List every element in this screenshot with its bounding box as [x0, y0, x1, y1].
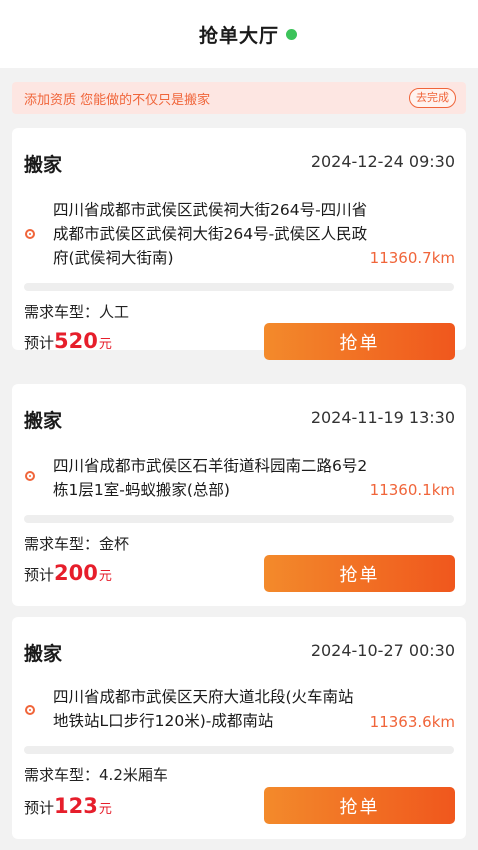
order-card[interactable]: 搬家 2024-10-27 00:30 四川省成都市武侯区天府大道北段(火车南站… [12, 617, 466, 839]
price-label: 预计 [24, 334, 55, 352]
order-type: 搬家 [24, 643, 63, 665]
order-card[interactable]: 搬家 2024-11-19 13:30 四川省成都市武侯区石羊街道科园南二路6号… [12, 384, 466, 606]
order-type: 搬家 [24, 154, 63, 176]
location-dot-icon [25, 229, 35, 239]
price-label: 预计 [24, 799, 55, 817]
grab-order-button[interactable]: 抢单 [264, 323, 455, 360]
vehicle-label: 需求车型： [24, 766, 100, 784]
order-type: 搬家 [24, 410, 63, 432]
banner-text: 添加资质 您能做的不仅只是搬家 [24, 92, 211, 108]
price-unit: 元 [98, 337, 112, 352]
grab-order-button[interactable]: 抢单 [264, 787, 455, 824]
price-value: 123 [54, 794, 98, 818]
vehicle-label: 需求车型： [24, 303, 100, 321]
order-address: 四川省成都市武侯区石羊街道科园南二路6号2栋1层1室-蚂蚁搬家(总部) [53, 457, 368, 499]
order-card[interactable]: 搬家 2024-12-24 09:30 四川省成都市武侯区武侯祠大街264号-四… [12, 128, 466, 360]
location-dot-icon [25, 705, 35, 715]
estimated-price: 预计 200 元 [24, 561, 112, 585]
order-distance: 11360.1km [369, 481, 455, 499]
order-address: 四川省成都市武侯区天府大道北段(火车南站地铁站L口步行120米)-成都南站 [53, 688, 354, 730]
price-unit: 元 [98, 802, 112, 817]
page-title: 抢单大厅 [198, 24, 279, 47]
location-dot-icon [25, 471, 35, 481]
vehicle-type: 需求车型：人工 [24, 301, 129, 322]
vehicle-value: 4.2米厢车 [99, 766, 168, 784]
order-date: 2024-10-27 00:30 [310, 641, 455, 660]
order-distance: 11360.7km [369, 249, 455, 267]
vehicle-value: 金杯 [99, 535, 130, 553]
vehicle-label: 需求车型： [24, 535, 100, 553]
order-distance: 11363.6km [369, 713, 455, 731]
estimated-price: 预计 123 元 [24, 794, 112, 818]
divider [24, 283, 454, 291]
online-status-indicator [286, 29, 297, 40]
price-unit: 元 [98, 569, 112, 584]
vehicle-type: 需求车型：4.2米厢车 [24, 764, 168, 785]
order-date: 2024-11-19 13:30 [310, 408, 455, 427]
vehicle-value: 人工 [99, 303, 130, 321]
price-value: 200 [54, 561, 98, 585]
price-value: 520 [54, 329, 98, 353]
complete-button[interactable]: 去完成 [409, 88, 456, 108]
grab-order-button[interactable]: 抢单 [264, 555, 455, 592]
app-header: 抢单大厅 [0, 0, 478, 68]
order-address: 四川省成都市武侯区武侯祠大街264号-四川省成都市武侯区武侯祠大街264号-武侯… [53, 201, 368, 267]
qualification-banner[interactable]: 添加资质 您能做的不仅只是搬家 去完成 [12, 82, 466, 114]
vehicle-type: 需求车型：金杯 [24, 533, 129, 554]
order-date: 2024-12-24 09:30 [310, 152, 455, 171]
divider [24, 515, 454, 523]
estimated-price: 预计 520 元 [24, 329, 112, 353]
price-label: 预计 [24, 566, 55, 584]
divider [24, 746, 454, 754]
